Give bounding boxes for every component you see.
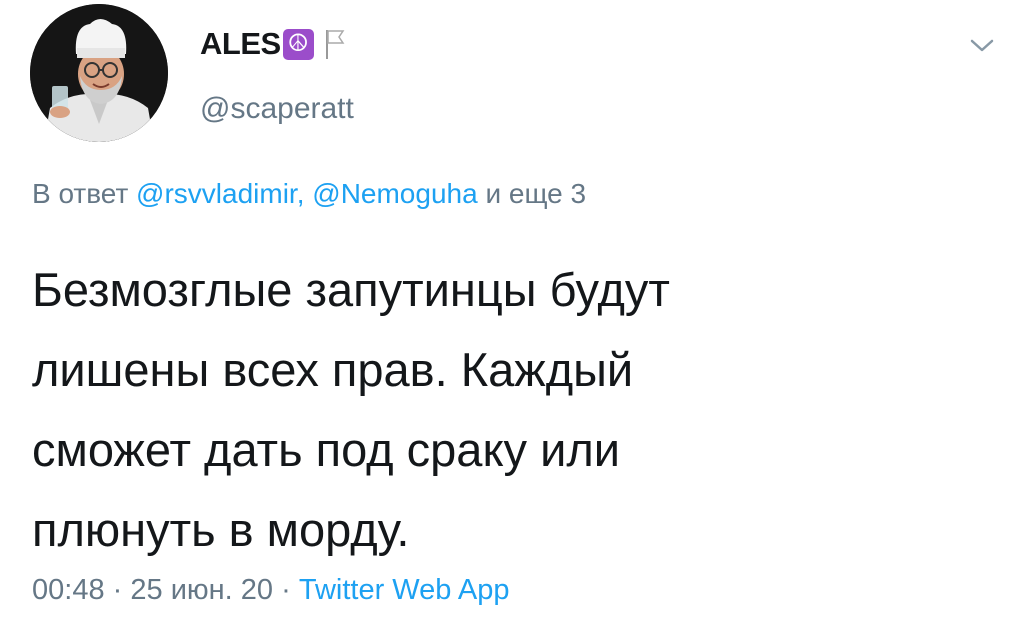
peace-icon: ☮ [282, 28, 314, 60]
display-name[interactable]: ALES [200, 26, 281, 62]
user-handle[interactable]: @scaperatt [200, 92, 354, 126]
white-flag-icon [324, 28, 346, 60]
author-name-row[interactable]: ALES ☮ [200, 24, 346, 64]
tweet-text-line: лишены всех прав. Каждый [32, 343, 634, 396]
reply-suffix: и еще 3 [485, 178, 587, 209]
separator: · [281, 574, 291, 606]
reply-prefix: В ответ [32, 178, 129, 209]
tweet-text-line: плюнуть в морду. [32, 503, 410, 556]
tweet-time[interactable]: 00:48 [32, 574, 105, 606]
tweet-meta: 00:48 · 25 июн. 20 · Twitter Web App [32, 574, 509, 607]
tweet-text-line: Безмозглые запутинцы будут [32, 263, 670, 316]
avatar-image [30, 4, 168, 142]
tweet-text-line: сможет дать под сраку или [32, 423, 621, 476]
tweet-source-link[interactable]: Twitter Web App [299, 574, 510, 606]
tweet-text: Безмозглые запутинцы будут лишены всех п… [32, 250, 972, 570]
chevron-down-icon[interactable] [968, 36, 996, 56]
avatar[interactable] [30, 4, 168, 142]
separator: · [112, 574, 123, 606]
mention-link[interactable]: @rsvvladimir, [136, 178, 304, 209]
mention-link[interactable]: @Nemoguha [312, 178, 477, 209]
tweet-date[interactable]: 25 июн. 20 [130, 574, 273, 606]
tweet-card: ALES ☮ @scaperatt В ответ @rsvvladimir, … [0, 0, 1024, 639]
reply-context: В ответ @rsvvladimir, @Nemoguha и еще 3 [32, 178, 586, 210]
